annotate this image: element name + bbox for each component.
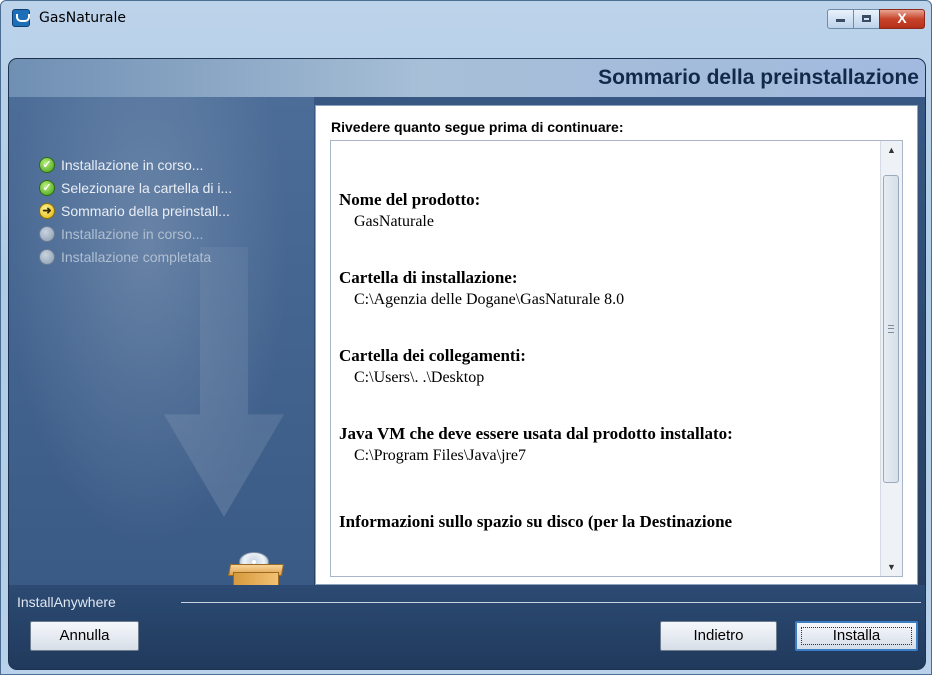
step-label: Installazione completata [61, 249, 212, 265]
back-button[interactable]: Indietro [660, 621, 777, 651]
section-label: Java VM che deve essere usata dal prodot… [339, 424, 733, 443]
step-label: Selezionare la cartella di i... [61, 180, 233, 196]
footer-bar: InstallAnywhere Annulla Indietro Install… [9, 585, 925, 669]
section-value: C:\Program Files\Java\jre7 [354, 447, 526, 464]
summary-section-product: Nome del prodotto: GasNaturale [339, 189, 879, 233]
circle-icon [39, 226, 55, 242]
minimize-button[interactable] [827, 9, 854, 29]
summary-text: Nome del prodotto: GasNaturale Cartella … [331, 141, 879, 533]
install-button[interactable]: Installa [795, 621, 918, 651]
maximize-button[interactable] [853, 9, 880, 29]
grip-icon [888, 325, 894, 333]
background-arrow-graphic [164, 247, 284, 517]
section-value: C:\Users\. .\Desktop [354, 369, 485, 386]
section-value: GasNaturale [354, 213, 434, 230]
check-icon: ✓ [39, 157, 55, 173]
brand-label: InstallAnywhere [17, 594, 116, 610]
summary-section-disk-space: Informazioni sullo spazio su disco (per … [339, 511, 879, 533]
section-label: Nome del prodotto: [339, 190, 481, 209]
steps-panel: ✓ Installazione in corso... ✓ Selezionar… [9, 97, 314, 624]
installer-window: GasNaturale X Sommario della preinstalla… [0, 0, 932, 675]
page-title: Sommario della preinstallazione [598, 66, 919, 89]
vertical-scrollbar[interactable]: ▲ ▼ [880, 141, 902, 576]
summary-section-install-folder: Cartella di installazione: C:\Agenzia de… [339, 267, 879, 311]
summary-intro: Rivedere quanto segue prima di continuar… [331, 119, 624, 135]
summary-section-java-vm: Java VM che deve essere usata dal prodot… [339, 423, 779, 467]
window-title: GasNaturale [39, 10, 126, 26]
minimize-icon [836, 19, 845, 22]
arrow-right-icon: ➜ [39, 203, 55, 219]
maximize-icon [862, 15, 871, 22]
cancel-button[interactable]: Annulla [30, 621, 139, 651]
section-value: C:\Agenzia delle Dogane\GasNaturale 8.0 [354, 291, 625, 308]
scroll-down-arrow-icon[interactable]: ▼ [881, 558, 902, 576]
close-icon: X [897, 10, 907, 26]
check-icon: ✓ [39, 180, 55, 196]
title-bar[interactable]: GasNaturale X [1, 1, 931, 51]
summary-section-shortcuts: Cartella dei collegamenti: C:\Users\. .\… [339, 345, 879, 389]
close-button[interactable]: X [879, 9, 925, 29]
step-label: Installazione in corso... [61, 157, 204, 173]
installer-body: Sommario della preinstallazione ✓ Instal… [8, 58, 926, 670]
summary-panel: Rivedere quanto segue prima di continuar… [315, 105, 918, 585]
scroll-up-arrow-icon[interactable]: ▲ [881, 141, 902, 159]
divider [181, 602, 921, 603]
step-label: Installazione in corso... [61, 226, 204, 242]
summary-scroll-area[interactable]: Nome del prodotto: GasNaturale Cartella … [330, 140, 903, 577]
step-label: Sommario della preinstall... [61, 203, 230, 219]
app-icon [12, 9, 30, 27]
circle-icon [39, 249, 55, 265]
section-label: Cartella dei collegamenti: [339, 346, 526, 365]
section-label: Informazioni sullo spazio su disco (per … [339, 512, 733, 531]
header-strip: Sommario della preinstallazione [9, 59, 925, 97]
section-label: Cartella di installazione: [339, 268, 518, 287]
scroll-thumb[interactable] [883, 175, 899, 483]
